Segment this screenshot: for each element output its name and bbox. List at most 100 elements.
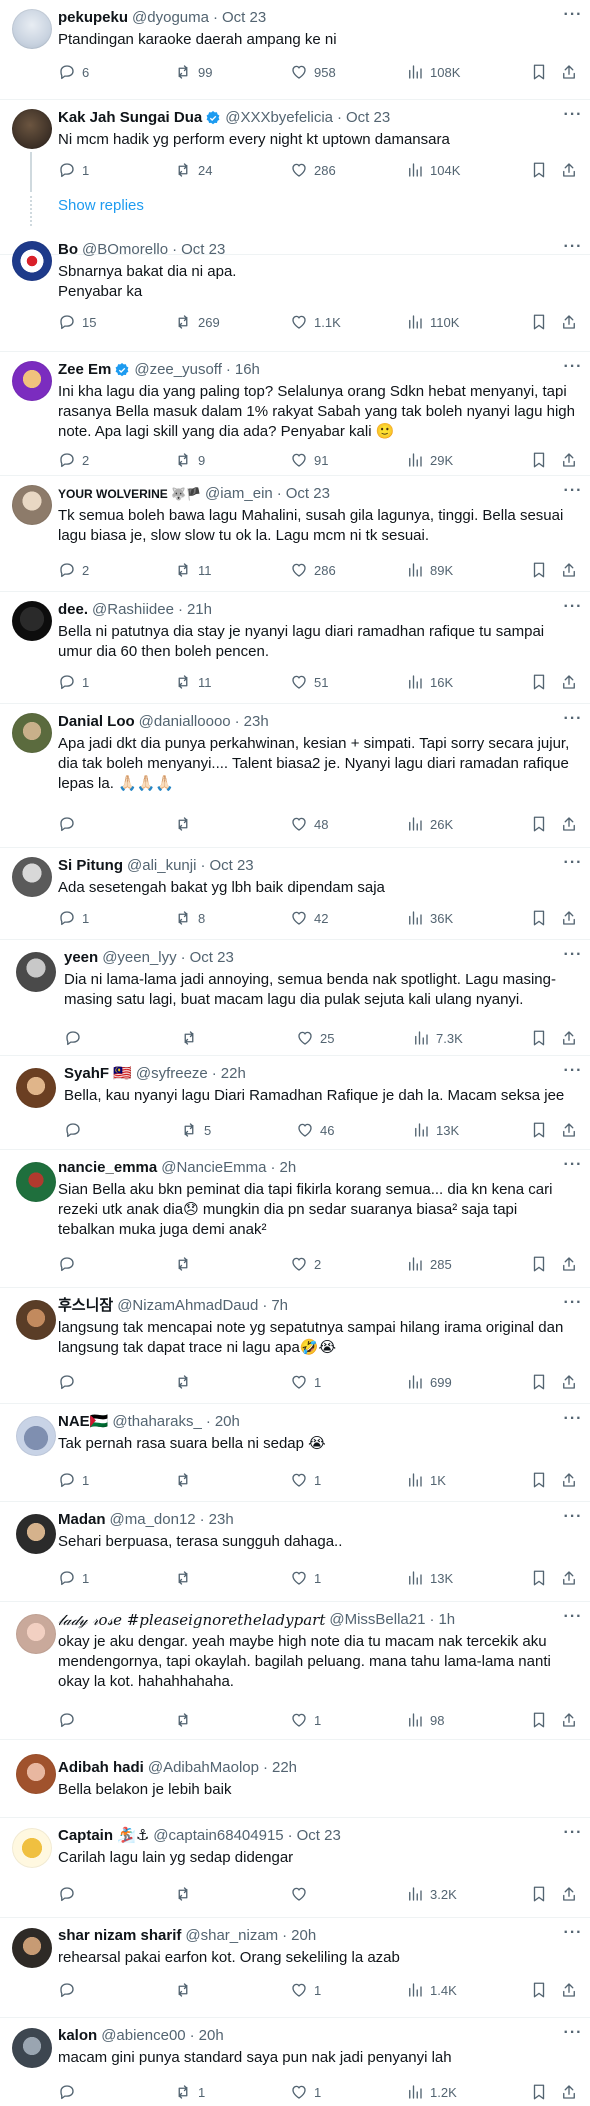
share-button[interactable] [560,1373,578,1391]
tweet[interactable]: Zee Em @zee_yusoff · 16h Ini kha lagu dia y… [0,352,590,476]
reply-button[interactable] [58,1255,82,1273]
author-handle[interactable]: @AdibahMaolop [148,1758,259,1778]
bookmark-button[interactable] [530,2083,548,2101]
timestamp[interactable]: 23h [244,712,269,732]
author-handle[interactable]: @captain68404915 [153,1826,283,1846]
views-button[interactable]: 110K [406,313,459,331]
share-button[interactable] [560,1885,578,1903]
like-button[interactable]: 1.1K [290,313,341,331]
reply-button[interactable] [58,815,82,833]
reply-button[interactable] [64,1029,88,1047]
author-handle[interactable]: @shar_nizam [185,1926,278,1946]
avatar[interactable] [12,9,52,49]
author-name[interactable]: Danial Loo [58,712,135,732]
reply-button[interactable]: 1 [58,909,89,927]
share-button[interactable] [560,1121,578,1139]
avatar[interactable] [12,361,52,401]
more-options-icon[interactable]: ··· [562,1825,584,1846]
timestamp[interactable]: 1h [438,1610,455,1630]
author-handle[interactable]: @BOmorello [82,240,168,260]
repost-button[interactable] [174,1373,198,1391]
more-options-icon[interactable]: ··· [562,1157,584,1178]
tweet[interactable]: yeen @yeen_lyy · Oct 23 Dia ni lama-lama ja… [0,940,590,1056]
avatar[interactable] [12,241,52,281]
timestamp[interactable]: Oct 23 [209,856,253,876]
more-options-icon[interactable]: ··· [562,107,584,128]
reply-button[interactable]: 1 [58,673,89,691]
bookmark-button[interactable] [530,1471,548,1489]
author-handle[interactable]: @yeen_lyy [102,948,176,968]
timestamp[interactable]: 23h [209,1510,234,1530]
repost-button[interactable] [174,1885,198,1903]
views-button[interactable]: 285 [406,1255,452,1273]
like-button[interactable]: 51 [290,673,328,691]
bookmark-button[interactable] [530,1029,548,1047]
more-options-icon[interactable]: ··· [562,947,584,968]
reply-button[interactable]: 1 [58,161,89,179]
author-name[interactable]: 𝓁𝒶𝒹𝓎 𝓇𝑜𝓈𝑒 #pleaseignoretheladypart [58,1610,325,1630]
like-button[interactable]: 286 [290,161,336,179]
author-handle[interactable]: @ali_kunji [127,856,196,876]
share-button[interactable] [560,909,578,927]
share-button[interactable] [560,1981,578,1999]
repost-button[interactable]: 1 [174,2083,205,2101]
author-handle[interactable]: @NancieEmma [161,1158,266,1178]
author-name[interactable]: yeen [64,948,98,968]
timestamp[interactable]: Oct 23 [286,484,330,504]
repost-button[interactable]: 99 [174,63,212,81]
bookmark-button[interactable] [530,909,548,927]
views-button[interactable]: 29K [406,451,453,469]
author-handle[interactable]: @ma_don12 [110,1510,196,1530]
reply-button[interactable] [58,1373,82,1391]
like-button[interactable]: 25 [296,1029,334,1047]
author-name[interactable]: Zee Em [58,360,111,380]
repost-button[interactable] [174,1981,198,1999]
share-button[interactable] [560,1569,578,1587]
author-handle[interactable]: @danialloooo [139,712,231,732]
tweet[interactable]: NAE🇵🇸 @thaharaks_ · 20h Tak pernah rasa sua… [0,1404,590,1502]
more-options-icon[interactable]: ··· [562,1609,584,1630]
share-button[interactable] [560,815,578,833]
tweet[interactable]: kalon @abience00 · 20h macam gini punya sta… [0,2018,590,2106]
reply-button[interactable] [64,1121,88,1139]
more-options-icon[interactable]: ··· [562,1295,584,1316]
share-button[interactable] [560,2083,578,2101]
reply-button[interactable]: 2 [58,561,89,579]
like-button[interactable]: 958 [290,63,336,81]
like-button[interactable]: 1 [290,1711,321,1729]
avatar[interactable] [12,857,52,897]
more-options-icon[interactable]: ··· [562,1509,584,1530]
author-name[interactable]: Kak Jah Sungai Dua [58,108,202,128]
timestamp[interactable]: 22h [272,1758,297,1778]
bookmark-button[interactable] [530,161,548,179]
repost-button[interactable]: 11 [174,673,212,691]
bookmark-button[interactable] [530,561,548,579]
reply-button[interactable]: 1 [58,1569,89,1587]
more-options-icon[interactable]: ··· [562,855,584,876]
repost-button[interactable] [174,815,198,833]
author-handle[interactable]: @iam_ein [205,484,273,504]
repost-button[interactable] [174,1471,198,1489]
bookmark-button[interactable] [530,313,548,331]
avatar[interactable] [16,1300,56,1340]
author-name[interactable]: dee. [58,600,88,620]
author-handle[interactable]: @syfreeze [136,1064,208,1084]
like-button[interactable]: 1 [290,1373,321,1391]
tweet[interactable]: 𝓁𝒶𝒹𝓎 𝓇𝑜𝓈𝑒 #pleaseignoretheladypart @MissB… [0,1602,590,1740]
bookmark-button[interactable] [530,63,548,81]
repost-button[interactable]: 9 [174,451,205,469]
views-button[interactable]: 89K [406,561,453,579]
more-options-icon[interactable]: ··· [562,483,584,504]
views-button[interactable]: 699 [406,1373,452,1391]
tweet[interactable]: Adibah hadi @AdibahMaolop · 22h Bella belak… [0,1740,590,1818]
author-name[interactable]: pekupeku [58,8,128,28]
timestamp[interactable]: 21h [187,600,212,620]
repost-button[interactable]: 8 [174,909,205,927]
more-options-icon[interactable]: ··· [562,239,584,260]
timestamp[interactable]: Oct 23 [190,948,234,968]
share-button[interactable] [560,1029,578,1047]
bookmark-button[interactable] [530,1255,548,1273]
tweet[interactable]: shar nizam sharif @shar_nizam · 20h rehears… [0,1918,590,2018]
author-name[interactable]: Si Pitung [58,856,123,876]
repost-button[interactable]: 11 [174,561,212,579]
